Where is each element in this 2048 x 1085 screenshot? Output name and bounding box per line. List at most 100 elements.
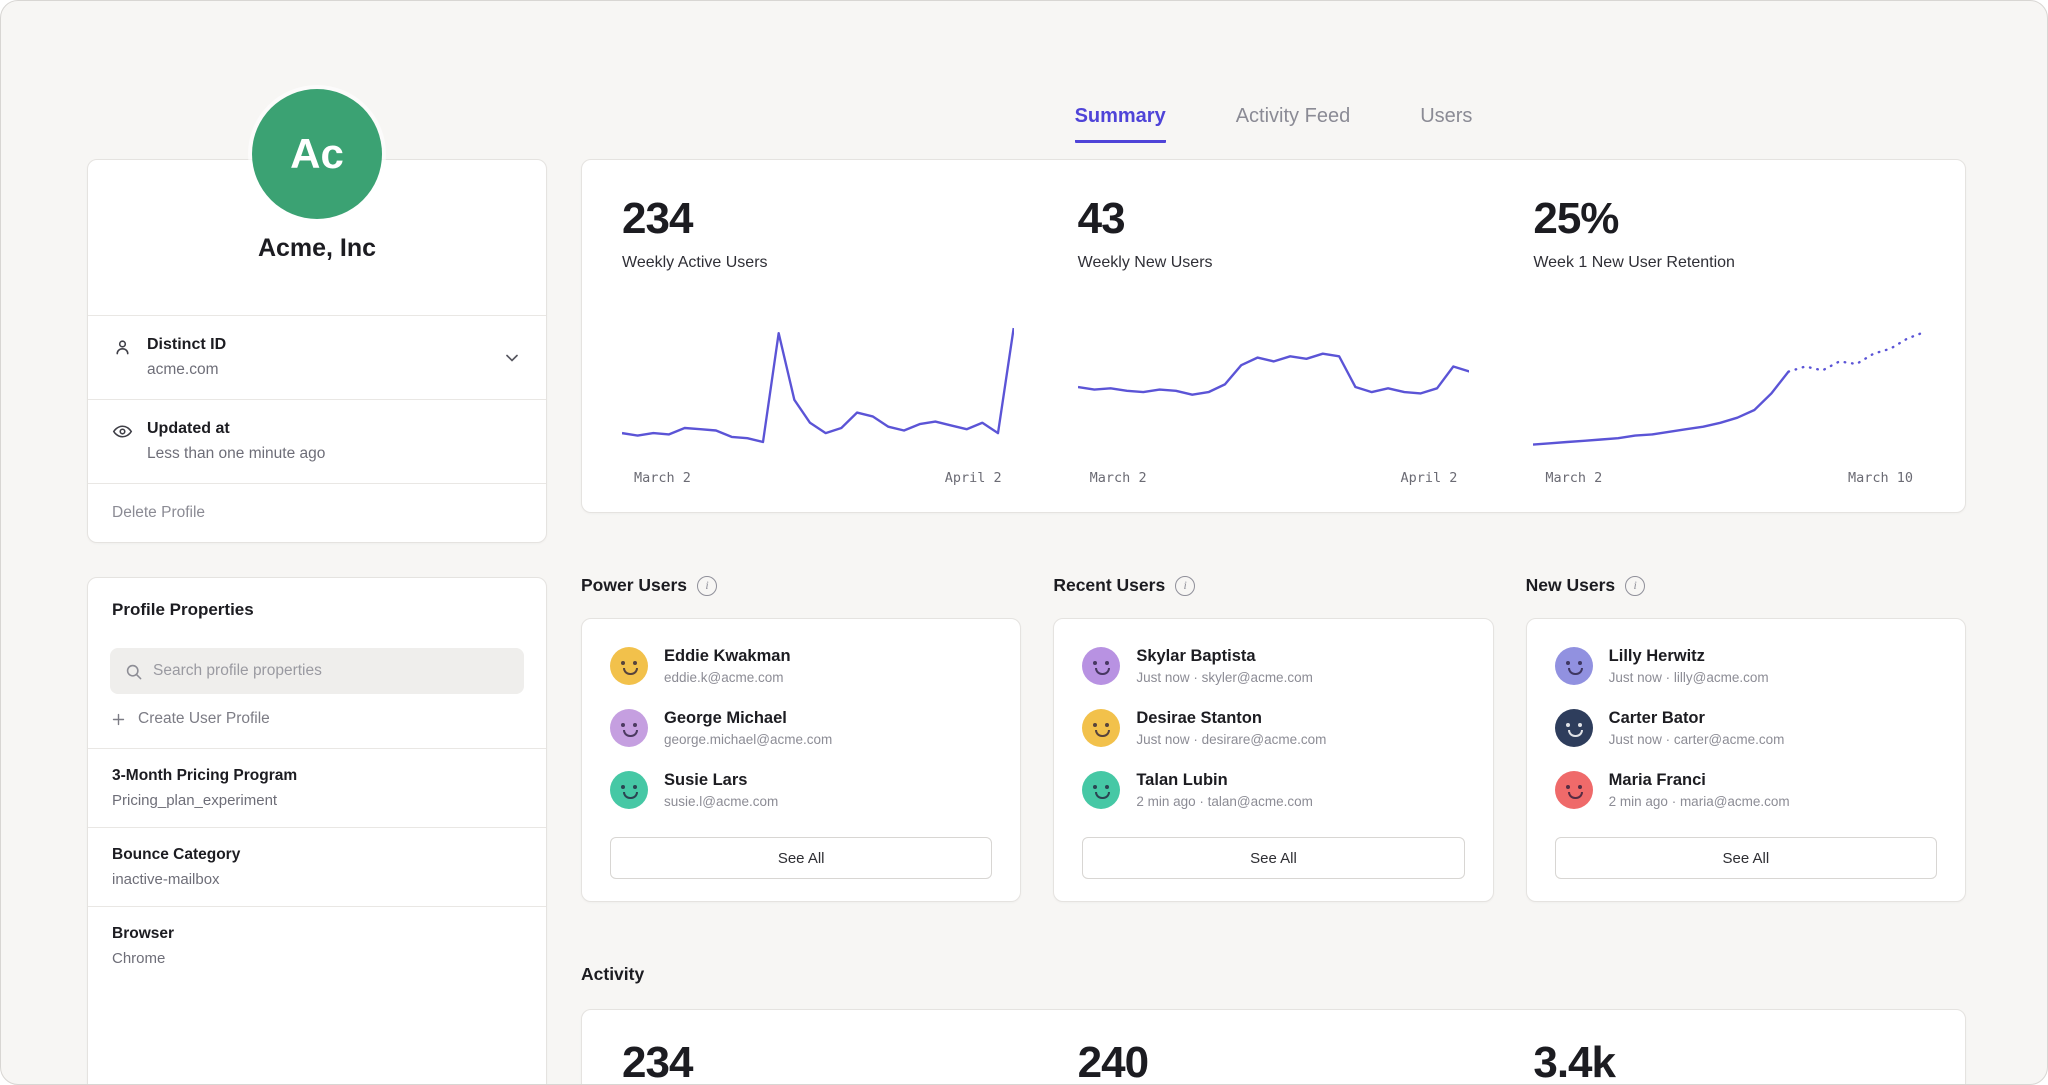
profile-properties-title: Profile Properties — [88, 578, 546, 642]
recent-users-card: Skylar Baptista Just now · skyler@acme.c… — [1053, 618, 1493, 902]
x-axis-end-label: March 10 — [1848, 470, 1913, 486]
user-name: Susie Lars — [664, 771, 778, 790]
user-lists-row: Power Users i Eddie Kwakman eddie.k@acme… — [581, 575, 1966, 902]
x-axis: March 2 March 10 — [1533, 470, 1925, 486]
person-icon — [112, 337, 133, 358]
info-icon[interactable]: i — [1175, 576, 1195, 596]
tab-users[interactable]: Users — [1420, 105, 1472, 143]
metric-label: Weekly New Users — [1078, 254, 1470, 272]
section-title: Recent Users — [1053, 575, 1165, 596]
user-row[interactable]: Desirae Stanton Just now · desirare@acme… — [1082, 709, 1464, 747]
company-avatar: Ac — [252, 89, 382, 219]
user-detail: 2 min ago · maria@acme.com — [1609, 794, 1790, 809]
property-name: 3-Month Pricing Program — [112, 767, 522, 785]
user-row[interactable]: Carter Bator Just now · carter@acme.com — [1555, 709, 1937, 747]
search-input[interactable] — [153, 662, 510, 680]
user-row[interactable]: Eddie Kwakman eddie.k@acme.com — [610, 647, 992, 685]
user-row[interactable]: George Michael george.michael@acme.com — [610, 709, 992, 747]
delete-profile-button[interactable]: Delete Profile — [88, 483, 546, 542]
activity-stat: 240 — [1078, 1038, 1470, 1085]
company-avatar-initials: Ac — [290, 130, 344, 178]
user-row[interactable]: Susie Lars susie.l@acme.com — [610, 771, 992, 809]
user-detail: Just now · carter@acme.com — [1609, 732, 1785, 747]
user-avatar — [610, 771, 648, 809]
weekly-new-users-sparkline — [1078, 318, 1470, 456]
see-all-button[interactable]: See All — [610, 837, 992, 879]
user-name: George Michael — [664, 709, 832, 728]
user-avatar — [1082, 709, 1120, 747]
eye-icon — [112, 421, 133, 442]
user-avatar — [1555, 709, 1593, 747]
user-detail: 2 min ago · talan@acme.com — [1136, 794, 1313, 809]
profile-tabs: Summary Activity Feed Users — [581, 105, 1966, 143]
main-content: Summary Activity Feed Users 234 Weekly A… — [581, 1, 1966, 1085]
updated-at-label: Updated at — [147, 420, 325, 438]
user-avatar — [610, 647, 648, 685]
profile-properties-search[interactable] — [110, 648, 524, 694]
see-all-button[interactable]: See All — [1082, 837, 1464, 879]
user-detail: Just now · lilly@acme.com — [1609, 670, 1769, 685]
metric-label: Weekly Active Users — [622, 254, 1014, 272]
user-name: Maria Franci — [1609, 771, 1790, 790]
metric-value: 234 — [622, 194, 1014, 244]
new-users-card: Lilly Herwitz Just now · lilly@acme.com … — [1526, 618, 1966, 902]
new-users-header: New Users i — [1526, 575, 1966, 596]
distinct-id-label: Distinct ID — [147, 336, 226, 354]
x-axis-end-label: April 2 — [1400, 470, 1457, 486]
info-icon[interactable]: i — [1625, 576, 1645, 596]
property-row-browser[interactable]: Browser Chrome — [88, 906, 546, 985]
distinct-id-text: Distinct ID acme.com — [147, 336, 226, 379]
see-all-button[interactable]: See All — [1555, 837, 1937, 879]
property-value: Pricing_plan_experiment — [112, 792, 522, 809]
metric-value: 43 — [1078, 194, 1470, 244]
metric-week1-retention: 25% Week 1 New User Retention March 2 Ma… — [1533, 194, 1925, 486]
user-avatar — [1555, 647, 1593, 685]
info-icon[interactable]: i — [697, 576, 717, 596]
user-detail: eddie.k@acme.com — [664, 670, 791, 685]
user-name: Lilly Herwitz — [1609, 647, 1769, 666]
metric-value: 25% — [1533, 194, 1925, 244]
updated-at-text: Updated at Less than one minute ago — [147, 420, 325, 463]
tab-summary[interactable]: Summary — [1075, 105, 1166, 143]
property-value: inactive-mailbox — [112, 871, 522, 888]
x-axis: March 2 April 2 — [1078, 470, 1470, 486]
power-users-section: Power Users i Eddie Kwakman eddie.k@acme… — [581, 575, 1021, 902]
profile-properties-card: Profile Properties Create User Profile 3… — [87, 577, 547, 1085]
x-axis-start-label: March 2 — [634, 470, 691, 486]
plus-icon — [110, 711, 127, 728]
user-avatar — [1082, 771, 1120, 809]
updated-at-value: Less than one minute ago — [147, 445, 325, 463]
user-detail: Just now · skyler@acme.com — [1136, 670, 1313, 685]
week1-retention-sparkline — [1533, 318, 1925, 456]
activity-stat: 234 — [622, 1038, 1014, 1085]
company-profile-page: Ac Acme, Inc Distinct ID acme.com — [0, 0, 2048, 1085]
company-name: Acme, Inc — [88, 234, 546, 315]
property-value: Chrome — [112, 950, 522, 967]
property-name: Bounce Category — [112, 846, 522, 864]
user-detail: george.michael@acme.com — [664, 732, 832, 747]
distinct-id-row[interactable]: Distinct ID acme.com — [88, 315, 546, 399]
user-row[interactable]: Talan Lubin 2 min ago · talan@acme.com — [1082, 771, 1464, 809]
x-axis-start-label: March 2 — [1090, 470, 1147, 486]
power-users-header: Power Users i — [581, 575, 1021, 596]
property-row-bounce-category[interactable]: Bounce Category inactive-mailbox — [88, 827, 546, 906]
create-user-profile-label: Create User Profile — [138, 710, 270, 728]
metric-label: Week 1 New User Retention — [1533, 254, 1925, 272]
activity-stat: 3.4k — [1533, 1038, 1925, 1085]
user-name: Skylar Baptista — [1136, 647, 1313, 666]
profile-sidebar: Ac Acme, Inc Distinct ID acme.com — [87, 1, 547, 1085]
activity-section-title: Activity — [581, 964, 1966, 985]
user-row[interactable]: Maria Franci 2 min ago · maria@acme.com — [1555, 771, 1937, 809]
updated-at-row: Updated at Less than one minute ago — [88, 399, 546, 483]
user-row[interactable]: Skylar Baptista Just now · skyler@acme.c… — [1082, 647, 1464, 685]
create-user-profile-button[interactable]: Create User Profile — [110, 710, 524, 728]
user-name: Talan Lubin — [1136, 771, 1313, 790]
user-row[interactable]: Lilly Herwitz Just now · lilly@acme.com — [1555, 647, 1937, 685]
property-row-pricing-program[interactable]: 3-Month Pricing Program Pricing_plan_exp… — [88, 748, 546, 827]
chevron-down-icon[interactable] — [502, 348, 522, 368]
section-title: Power Users — [581, 575, 687, 596]
x-axis: March 2 April 2 — [622, 470, 1014, 486]
weekly-active-users-sparkline — [622, 318, 1014, 456]
power-users-card: Eddie Kwakman eddie.k@acme.com George Mi… — [581, 618, 1021, 902]
tab-activity-feed[interactable]: Activity Feed — [1236, 105, 1350, 143]
